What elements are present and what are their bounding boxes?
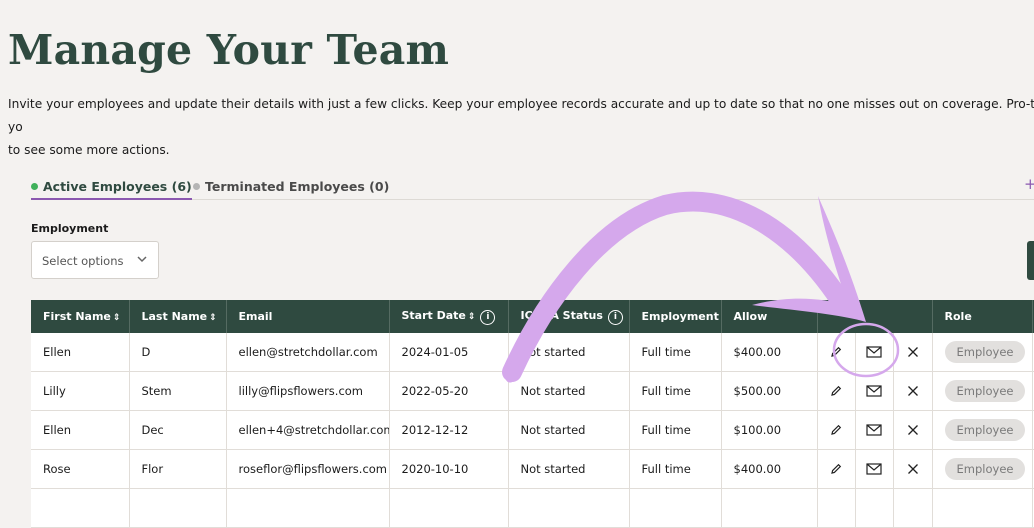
close-icon: [907, 347, 918, 357]
envelope-icon: [866, 346, 882, 358]
employment-filter-label: Employment: [31, 222, 109, 235]
envelope-icon: [866, 424, 882, 436]
edit-button[interactable]: [817, 449, 856, 489]
cell-last-name: Dec: [129, 410, 227, 450]
cell-ichra-status: Not started: [508, 333, 630, 372]
add-employee-plus-icon[interactable]: +: [1024, 175, 1034, 193]
email-button[interactable]: [855, 410, 894, 450]
intro-line-1: Invite your employees and update their d…: [8, 97, 1034, 134]
primary-action-button[interactable]: [1027, 241, 1034, 280]
email-button[interactable]: [855, 333, 894, 372]
role-badge[interactable]: Employee: [944, 341, 1026, 363]
table-row: Lilly Stem lilly@flipsflowers.com 2022-0…: [31, 371, 1034, 411]
envelope-icon: [866, 463, 882, 475]
cell-role: Employee: [932, 333, 1033, 372]
employment-filter-select[interactable]: Select options: [31, 241, 159, 279]
employee-tabs: Active Employees (6) Terminated Employee…: [31, 176, 1034, 200]
remove-button[interactable]: [893, 333, 933, 372]
cell-email: lilly@flipsflowers.com: [226, 371, 390, 411]
close-icon: [907, 386, 918, 396]
page-intro: Invite your employees and update their d…: [8, 93, 1034, 162]
role-badge[interactable]: Employee: [944, 419, 1026, 441]
cell-ichra-status: Not started: [508, 410, 630, 450]
cell-ichra-status: Not started: [508, 449, 630, 489]
col-last-name[interactable]: Last Name ⇕: [129, 300, 227, 333]
col-role: Role: [932, 300, 1033, 333]
tab-active-employees[interactable]: Active Employees (6): [31, 179, 192, 200]
table-row: Rose Flor roseflor@flipsflowers.com 2020…: [31, 449, 1034, 489]
cell-employment: Full time: [629, 371, 722, 411]
edit-button[interactable]: [817, 410, 856, 450]
page-title: Manage Your Team: [8, 26, 450, 74]
cell-start-date: 2012-12-12: [389, 410, 509, 450]
cell-first-name: Rose: [31, 449, 130, 489]
cell-employment: Full time: [629, 410, 722, 450]
cell-start-date: 2020-10-10: [389, 449, 509, 489]
cell-allowance: $400.00: [721, 333, 818, 372]
col-allowance: Allow: [721, 300, 818, 333]
role-badge[interactable]: Employee: [944, 380, 1026, 402]
col-start-date[interactable]: Start Date ⇕ i: [389, 300, 509, 333]
cell-role: Employee: [932, 449, 1033, 489]
pencil-icon: [831, 424, 842, 435]
cell-start-date: 2024-01-05: [389, 333, 509, 372]
col-email: Email: [226, 300, 390, 333]
cell-email: roseflor@flipsflowers.com: [226, 449, 390, 489]
edit-button[interactable]: [817, 333, 856, 372]
chevron-down-icon: [136, 242, 148, 280]
table-row-partial: [31, 488, 1034, 528]
info-icon[interactable]: i: [607, 309, 623, 325]
select-placeholder: Select options: [42, 254, 124, 268]
cell-allowance: $100.00: [721, 410, 818, 450]
email-button[interactable]: [855, 371, 894, 411]
col-employment: Employment: [629, 300, 722, 333]
email-button[interactable]: [855, 449, 894, 489]
table-row: Ellen D ellen@stretchdollar.com 2024-01-…: [31, 333, 1034, 372]
col-first-name[interactable]: First Name ⇕: [31, 300, 130, 333]
employee-table: First Name ⇕ Last Name ⇕ Email Start Date ⇕…: [31, 300, 1034, 528]
cell-first-name: Lilly: [31, 371, 130, 411]
sort-icon[interactable]: ⇕: [209, 313, 217, 323]
tab-label: Terminated Employees (0): [205, 179, 390, 194]
envelope-icon: [866, 385, 882, 397]
intro-line-2: to see some more actions.: [8, 143, 170, 157]
sort-icon[interactable]: ⇕: [113, 313, 121, 323]
pencil-icon: [831, 346, 842, 357]
status-dot-icon: [31, 183, 38, 190]
cell-employment: Full time: [629, 449, 722, 489]
cell-email: ellen+4@stretchdollar.com: [226, 410, 390, 450]
col-ichra-status: ICHRA Status i: [508, 300, 630, 333]
col-actions: [817, 300, 933, 333]
remove-button[interactable]: [893, 371, 933, 411]
table-header-row: First Name ⇕ Last Name ⇕ Email Start Date ⇕…: [31, 300, 1034, 333]
close-icon: [907, 464, 918, 474]
info-icon[interactable]: i: [480, 309, 496, 325]
cell-first-name: Ellen: [31, 410, 130, 450]
tab-label: Active Employees (6): [43, 179, 192, 194]
remove-button[interactable]: [893, 410, 933, 450]
cell-last-name: Stem: [129, 371, 227, 411]
cell-last-name: Flor: [129, 449, 227, 489]
cell-ichra-status: Not started: [508, 371, 630, 411]
sort-icon[interactable]: ⇕: [468, 312, 476, 322]
pencil-icon: [831, 463, 842, 474]
cell-email: ellen@stretchdollar.com: [226, 333, 390, 372]
tab-terminated-employees[interactable]: Terminated Employees (0): [193, 179, 389, 198]
cell-employment: Full time: [629, 333, 722, 372]
close-icon: [907, 425, 918, 435]
status-dot-icon: [193, 183, 200, 190]
cell-role: Employee: [932, 371, 1033, 411]
cell-allowance: $400.00: [721, 449, 818, 489]
pencil-icon: [831, 385, 842, 396]
cell-last-name: D: [129, 333, 227, 372]
edit-button[interactable]: [817, 371, 856, 411]
cell-start-date: 2022-05-20: [389, 371, 509, 411]
role-badge[interactable]: Employee: [944, 458, 1026, 480]
table-row: Ellen Dec ellen+4@stretchdollar.com 2012…: [31, 410, 1034, 450]
cell-role: Employee: [932, 410, 1033, 450]
remove-button[interactable]: [893, 449, 933, 489]
cell-allowance: $500.00: [721, 371, 818, 411]
cell-first-name: Ellen: [31, 333, 130, 372]
